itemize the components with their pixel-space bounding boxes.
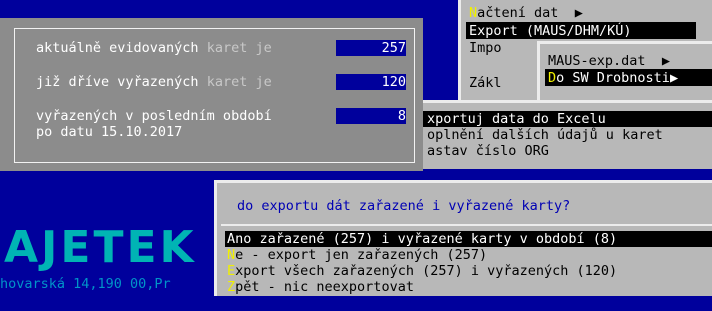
menu-item-label: Zákl <box>469 75 502 91</box>
submenu-item-drobnosti[interactable]: Do SW Drobnosti▶ <box>548 70 678 86</box>
label-dim-text: karet je <box>206 40 272 56</box>
menu-item-label: Export (MAUS/DHM/KÚ) <box>469 23 632 39</box>
option-label: xport všech zařazených (257) i vyřazenýc… <box>235 263 618 279</box>
menu-item-export-excel[interactable]: xportuj data do Excelu <box>427 111 606 127</box>
submenu-arrow-icon: ▶ <box>661 53 670 69</box>
menu-item-import[interactable]: Impo <box>469 40 502 56</box>
app-logo: AJETEK <box>4 222 197 273</box>
menu-item-doplneni-udaju[interactable]: oplnění dalších údajů u karet <box>427 127 663 143</box>
submenu-arrow-icon: ▶ <box>669 70 679 86</box>
option-ne[interactable]: Ne - export jen zařazených (257) <box>227 247 487 263</box>
menu-item-label: ačtení dat <box>477 5 559 21</box>
label-dim-text: karet je <box>206 74 272 90</box>
menu-item-label: o SW Drobnosti <box>556 70 670 86</box>
option-label: Ano zařazené (257) i vyřazené karty v ob… <box>227 231 618 247</box>
menu-item-label: MAUS-exp.dat <box>548 53 646 69</box>
card-count-dialog: aktuálně evidovaných karet je 257 již dř… <box>0 18 423 171</box>
menu-item-label: oplnění dalších údajů u karet <box>427 127 663 143</box>
previous-discarded-label: již dříve vyřazených karet je <box>36 74 272 90</box>
current-cards-value: 257 <box>336 40 406 56</box>
submenu-item-maus-exp[interactable]: MAUS-exp.dat ▶ <box>548 53 670 69</box>
hotkey-letter: N <box>227 247 236 263</box>
option-export-vse[interactable]: Export všech zařazených (257) i vyřazený… <box>227 263 617 279</box>
recent-discarded-value: 8 <box>336 108 406 124</box>
export-submenu: MAUS-exp.dat ▶ Do SW Drobnosti▶ <box>537 41 712 104</box>
option-label: e - export jen zařazených (257) <box>235 247 488 263</box>
export-question-dialog: do exportu dát zařazené i vyřazené karty… <box>214 180 712 296</box>
label-text: již dříve vyřazených <box>36 74 207 90</box>
question-text: do exportu dát zařazené i vyřazené karty… <box>237 198 571 214</box>
dialog-divider <box>221 224 712 226</box>
current-cards-label: aktuálně evidovaných karet je <box>36 40 272 56</box>
menu-item-zakladni[interactable]: Zákl <box>469 75 502 91</box>
company-address: hovarská 14,190 00,Pr <box>0 276 171 292</box>
hotkey-letter: D <box>548 70 557 86</box>
menu-item-nacteni-dat[interactable]: Načtení dat ▶ <box>469 5 583 21</box>
menu-item-label: xportuj data do Excelu <box>427 111 606 127</box>
menu-item-label: Impo <box>469 40 502 56</box>
menu-item-label: astav číslo ORG <box>427 143 549 159</box>
export-actions-menu: xportuj data do Excelu oplnění dalších ú… <box>400 100 712 169</box>
label-text: aktuálně evidovaných <box>36 40 207 56</box>
menu-item-nastav-org[interactable]: astav číslo ORG <box>427 143 549 159</box>
submenu-arrow-icon: ▶ <box>574 5 583 21</box>
option-ano[interactable]: Ano zařazené (257) i vyřazené karty v ob… <box>227 231 617 247</box>
recent-discarded-label: vyřazených v posledním období <box>36 108 272 124</box>
hotkey-letter: E <box>227 263 236 279</box>
menu-item-export[interactable]: Export (MAUS/DHM/KÚ) <box>469 23 632 39</box>
date-line: po datu 15.10.2017 <box>36 124 183 140</box>
hotkey-letter: N <box>469 5 478 21</box>
previous-discarded-value: 120 <box>336 74 406 90</box>
